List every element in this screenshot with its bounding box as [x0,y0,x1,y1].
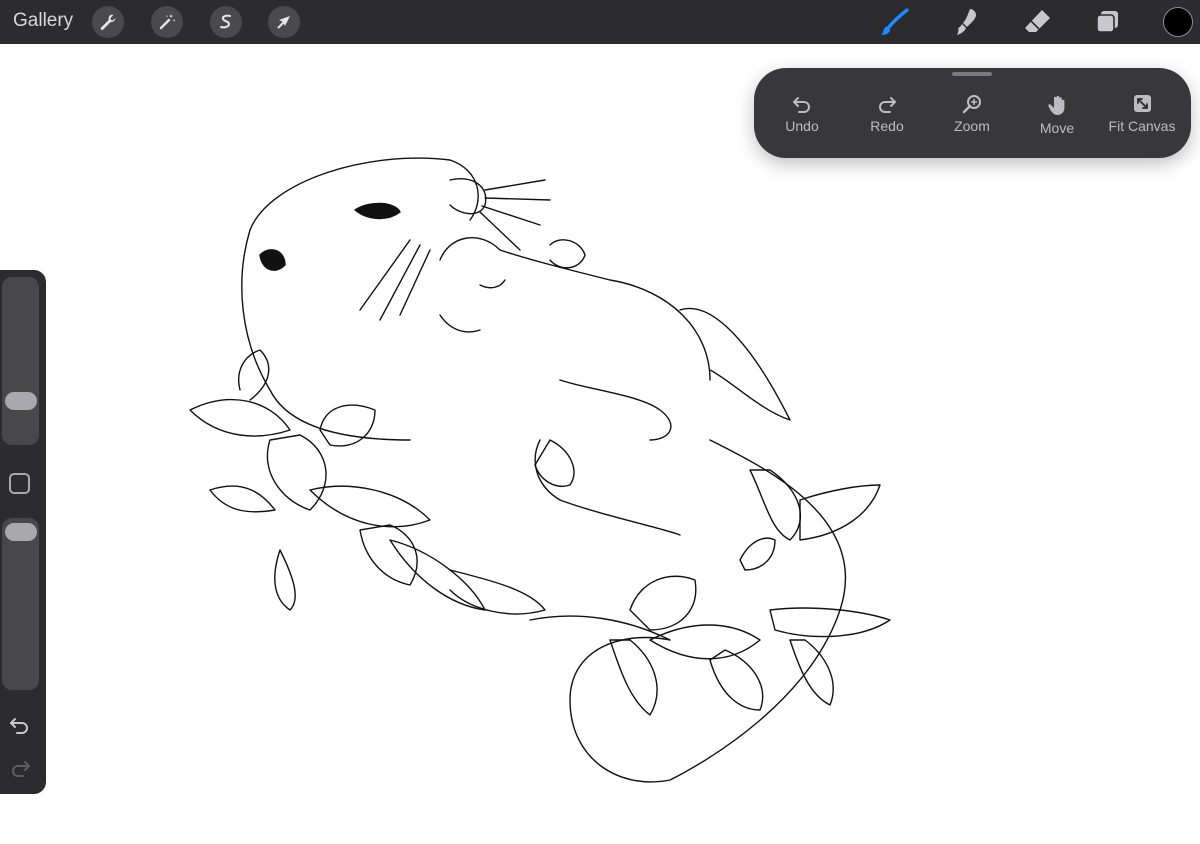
undo-icon [10,718,28,734]
quick-menu-fit-canvas[interactable]: Fit Canvas [1100,94,1184,144]
quick-menu-label: Move [1039,120,1075,136]
quick-menu-label: Fit Canvas [1108,118,1176,134]
layers-icon [1096,11,1118,33]
redo-icon [879,97,896,113]
brush-size-slider[interactable] [2,277,39,445]
brush-size-slider-thumb[interactable] [5,392,37,410]
gallery-button[interactable]: Gallery [13,10,73,32]
arrow-cursor-icon [277,16,290,29]
quick-menu-undo[interactable]: Undo [760,94,844,144]
selection-icon [220,14,231,29]
wrench-icon [100,14,116,30]
modify-button[interactable] [9,473,30,494]
sidebar-undo-button[interactable] [8,713,32,737]
smudge-icon [957,9,976,35]
paint-tool-button[interactable] [878,6,912,38]
opacity-slider[interactable] [2,518,39,690]
actions-button[interactable] [92,6,124,38]
undo-icon [793,97,810,113]
transform-button[interactable] [268,6,300,38]
color-picker-button[interactable] [1163,7,1193,37]
selection-button[interactable] [210,6,242,38]
magic-wand-icon [159,14,176,30]
drawing-canvas[interactable] [150,140,910,790]
top-toolbar: Gallery [0,0,1200,44]
sidebar-redo-button[interactable] [8,756,32,780]
smudge-tool-button[interactable] [948,6,982,38]
left-sidebar [0,270,46,794]
layers-button[interactable] [1091,6,1125,38]
fit-canvas-icon [1134,95,1151,112]
quick-menu-label: Undo [785,118,819,134]
adjustments-button[interactable] [151,6,183,38]
quick-menu-move[interactable]: Move [1015,94,1099,144]
redo-icon [12,761,30,777]
zoom-icon [962,95,981,114]
quick-menu: Undo Redo Zoom Move Fit Canvas [754,68,1191,158]
quick-menu-label: Zoom [954,118,990,134]
quick-menu-handle[interactable] [952,72,992,76]
opacity-slider-thumb[interactable] [5,523,37,541]
hand-icon [1048,95,1065,115]
quick-menu-zoom[interactable]: Zoom [930,94,1014,144]
quick-menu-label: Redo [870,118,904,134]
eraser-icon [1025,10,1050,32]
quick-menu-redo[interactable]: Redo [845,94,929,144]
brush-icon [881,8,909,35]
eraser-tool-button[interactable] [1020,6,1054,38]
